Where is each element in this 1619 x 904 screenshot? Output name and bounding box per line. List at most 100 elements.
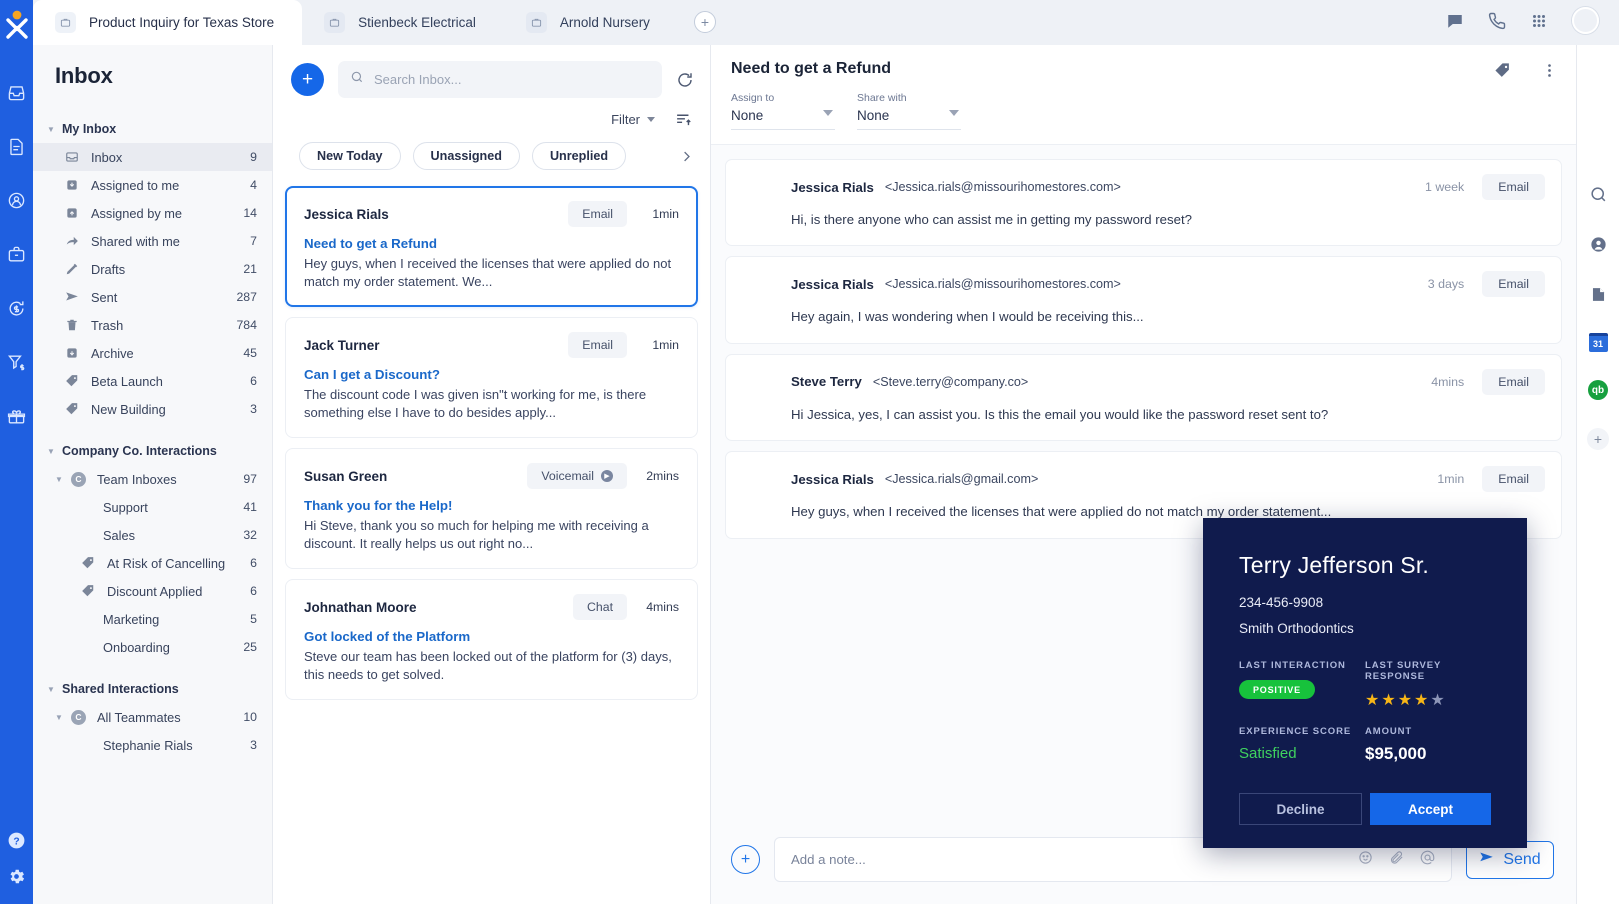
sidebar-item-assigned-by-me[interactable]: Assigned by me 14 xyxy=(33,199,272,227)
message-body: Hi, is there anyone who can assist me in… xyxy=(791,212,1192,227)
sidebar-item-support[interactable]: Support 41 xyxy=(33,493,272,521)
add-attachment-button[interactable]: + xyxy=(731,845,760,874)
search-icon xyxy=(350,70,364,89)
conversation-sender: Jessica Rials xyxy=(304,206,389,222)
sidebar-item-marketing[interactable]: Marketing 5 xyxy=(33,605,272,633)
sidebar-item-label: Stephanie Rials xyxy=(103,737,193,753)
dollar-refresh-icon[interactable] xyxy=(0,281,33,335)
tab-label: Stienbeck Electrical xyxy=(358,15,476,30)
primary-nav-rail: ? xyxy=(0,0,33,904)
sidebar-item-team-inboxes[interactable]: ▼ C Team Inboxes 97 xyxy=(33,465,272,493)
chevron-right-icon[interactable] xyxy=(679,149,698,164)
sidebar-item-archive[interactable]: Archive 45 xyxy=(33,339,272,367)
attachment-icon[interactable] xyxy=(1389,850,1404,870)
share-with-select[interactable]: Share with None xyxy=(857,92,961,130)
conversation-snippet: Hey guys, when I received the licenses t… xyxy=(304,256,672,289)
assigned-by-icon xyxy=(63,205,80,222)
sidebar-item-onboarding[interactable]: Onboarding 25 xyxy=(33,633,272,661)
tab-arnold-nursery[interactable]: Arnold Nursery xyxy=(503,0,678,45)
mention-icon[interactable] xyxy=(1420,850,1435,870)
right-context-rail: 31 qb + xyxy=(1576,45,1619,904)
contact-company: Smith Orthodontics xyxy=(1239,621,1354,636)
sidebar-item-at-risk-of-cancelling[interactable]: At Risk of Cancelling 6 xyxy=(33,549,272,577)
sidebar-group-shared-interactions[interactable]: ▼ Shared Interactions xyxy=(33,675,272,703)
calendar-icon[interactable]: 31 xyxy=(1588,333,1608,352)
channel-badge: Email xyxy=(1482,368,1545,395)
funnel-dollar-icon[interactable] xyxy=(0,335,33,389)
search-box[interactable] xyxy=(338,61,662,98)
message-card[interactable]: Steve Terry <Steve.terry@company.co> 4mi… xyxy=(725,353,1562,442)
help-icon[interactable]: ? xyxy=(0,822,33,858)
sidebar-group-my-inbox[interactable]: ▼ My Inbox xyxy=(33,115,272,143)
gear-icon[interactable] xyxy=(0,858,33,894)
filter-dropdown[interactable]: Filter xyxy=(611,112,655,127)
sidebar-item-new-building[interactable]: New Building 3 xyxy=(33,395,272,423)
tag-icon xyxy=(63,401,80,418)
add-tab-button[interactable]: + xyxy=(693,11,716,33)
tag-icon xyxy=(79,555,96,572)
assign-to-select[interactable]: Assign to None xyxy=(731,92,835,130)
sidebar-item-discount-applied[interactable]: Discount Applied 6 xyxy=(33,577,272,605)
search-input[interactable] xyxy=(374,72,650,87)
refresh-icon[interactable] xyxy=(676,71,694,89)
note-input[interactable] xyxy=(791,852,1340,867)
phone-icon[interactable] xyxy=(1488,12,1506,30)
chat-icon[interactable] xyxy=(1446,12,1464,30)
sidebar-item-stephanie-rials[interactable]: Stephanie Rials 3 xyxy=(33,731,272,759)
star-icon: ★ xyxy=(1430,692,1447,709)
filter-row: Filter xyxy=(273,98,710,128)
play-icon[interactable]: ▶ xyxy=(601,470,613,483)
inbox-icon[interactable] xyxy=(0,65,33,119)
message-email: <Jessica.rials@missourihomestores.com> xyxy=(884,277,1121,292)
sidebar-item-assigned-to-me[interactable]: Assigned to me 4 xyxy=(33,171,272,199)
sidebar-item-all-teammates[interactable]: ▼ C All Teammates 10 xyxy=(33,703,272,731)
tag-icon[interactable] xyxy=(1494,62,1511,79)
contact-name: Terry Jefferson Sr. xyxy=(1239,552,1430,578)
contact-icon[interactable] xyxy=(0,173,33,227)
sidebar-item-sales[interactable]: Sales 32 xyxy=(33,521,272,549)
list-item[interactable]: Johnathan Moore Chat 4mins Got locked of… xyxy=(285,579,698,701)
add-integration-button[interactable]: + xyxy=(1587,428,1609,450)
kebab-menu-icon[interactable] xyxy=(1541,62,1558,79)
quickbooks-icon[interactable]: qb xyxy=(1588,380,1608,400)
contact-card-popup: Terry Jefferson Sr. 234-456-9908 Smith O… xyxy=(1203,518,1527,848)
avatar xyxy=(744,272,777,305)
experience-score-block: EXPERIENCE SCORE Satisfied xyxy=(1239,726,1365,764)
avatar[interactable] xyxy=(1572,7,1599,34)
message-card[interactable]: Jessica Rials <Jessica.rials@missourihom… xyxy=(725,256,1562,344)
sidebar-item-count: 6 xyxy=(250,556,257,570)
message-card[interactable]: Jessica Rials <Jessica.rials@missourihom… xyxy=(725,159,1562,247)
list-item[interactable]: Jack Turner Email 1min Can I get a Disco… xyxy=(285,317,698,439)
chevron-down-icon xyxy=(647,117,655,122)
x-logo-icon[interactable] xyxy=(4,10,30,45)
chip-unassigned[interactable]: Unassigned xyxy=(412,142,520,170)
sidebar-item-inbox[interactable]: Inbox 9 xyxy=(33,143,272,171)
sidebar-item-sent[interactable]: Sent 287 xyxy=(33,283,272,311)
accept-button[interactable]: Accept xyxy=(1370,793,1491,825)
compose-button[interactable]: + xyxy=(291,63,324,96)
list-item[interactable]: Jessica Rials Email 1min Need to get a R… xyxy=(285,186,698,308)
file-icon[interactable] xyxy=(1587,283,1609,305)
sort-ascending-icon[interactable] xyxy=(675,111,692,128)
sidebar-item-drafts[interactable]: Drafts 21 xyxy=(33,255,272,283)
decline-button[interactable]: Decline xyxy=(1239,793,1362,825)
emoji-icon[interactable] xyxy=(1358,850,1373,870)
tab-product-inquiry-for-texas-store[interactable]: Product Inquiry for Texas Store xyxy=(33,0,303,45)
sidebar-item-shared-with-me[interactable]: Shared with me 7 xyxy=(33,227,272,255)
sidebar-item-label: All Teammates xyxy=(97,709,181,725)
contact-icon[interactable] xyxy=(1587,233,1609,255)
document-icon[interactable] xyxy=(0,119,33,173)
list-item[interactable]: Susan Green Voicemail ▶ 2mins Thank you … xyxy=(285,448,698,570)
chip-new-today[interactable]: New Today xyxy=(299,142,401,170)
sidebar-group-company-co-interactions[interactable]: ▼ Company Co. Interactions xyxy=(33,437,272,465)
last-survey-label: LAST SURVEY RESPONSE xyxy=(1365,660,1442,682)
sidebar-item-trash[interactable]: Trash 784 xyxy=(33,311,272,339)
chip-unreplied[interactable]: Unreplied xyxy=(531,142,627,170)
sidebar-item-beta-launch[interactable]: Beta Launch 6 xyxy=(33,367,272,395)
conversation-snippet: Steve our team has been locked out of th… xyxy=(304,649,672,682)
search-icon[interactable] xyxy=(1587,183,1609,205)
apps-grid-icon[interactable] xyxy=(1530,12,1548,30)
gift-icon[interactable] xyxy=(0,389,33,443)
briefcase-icon[interactable] xyxy=(0,227,33,281)
tab-stienbeck-electrical[interactable]: Stienbeck Electrical xyxy=(302,0,504,45)
